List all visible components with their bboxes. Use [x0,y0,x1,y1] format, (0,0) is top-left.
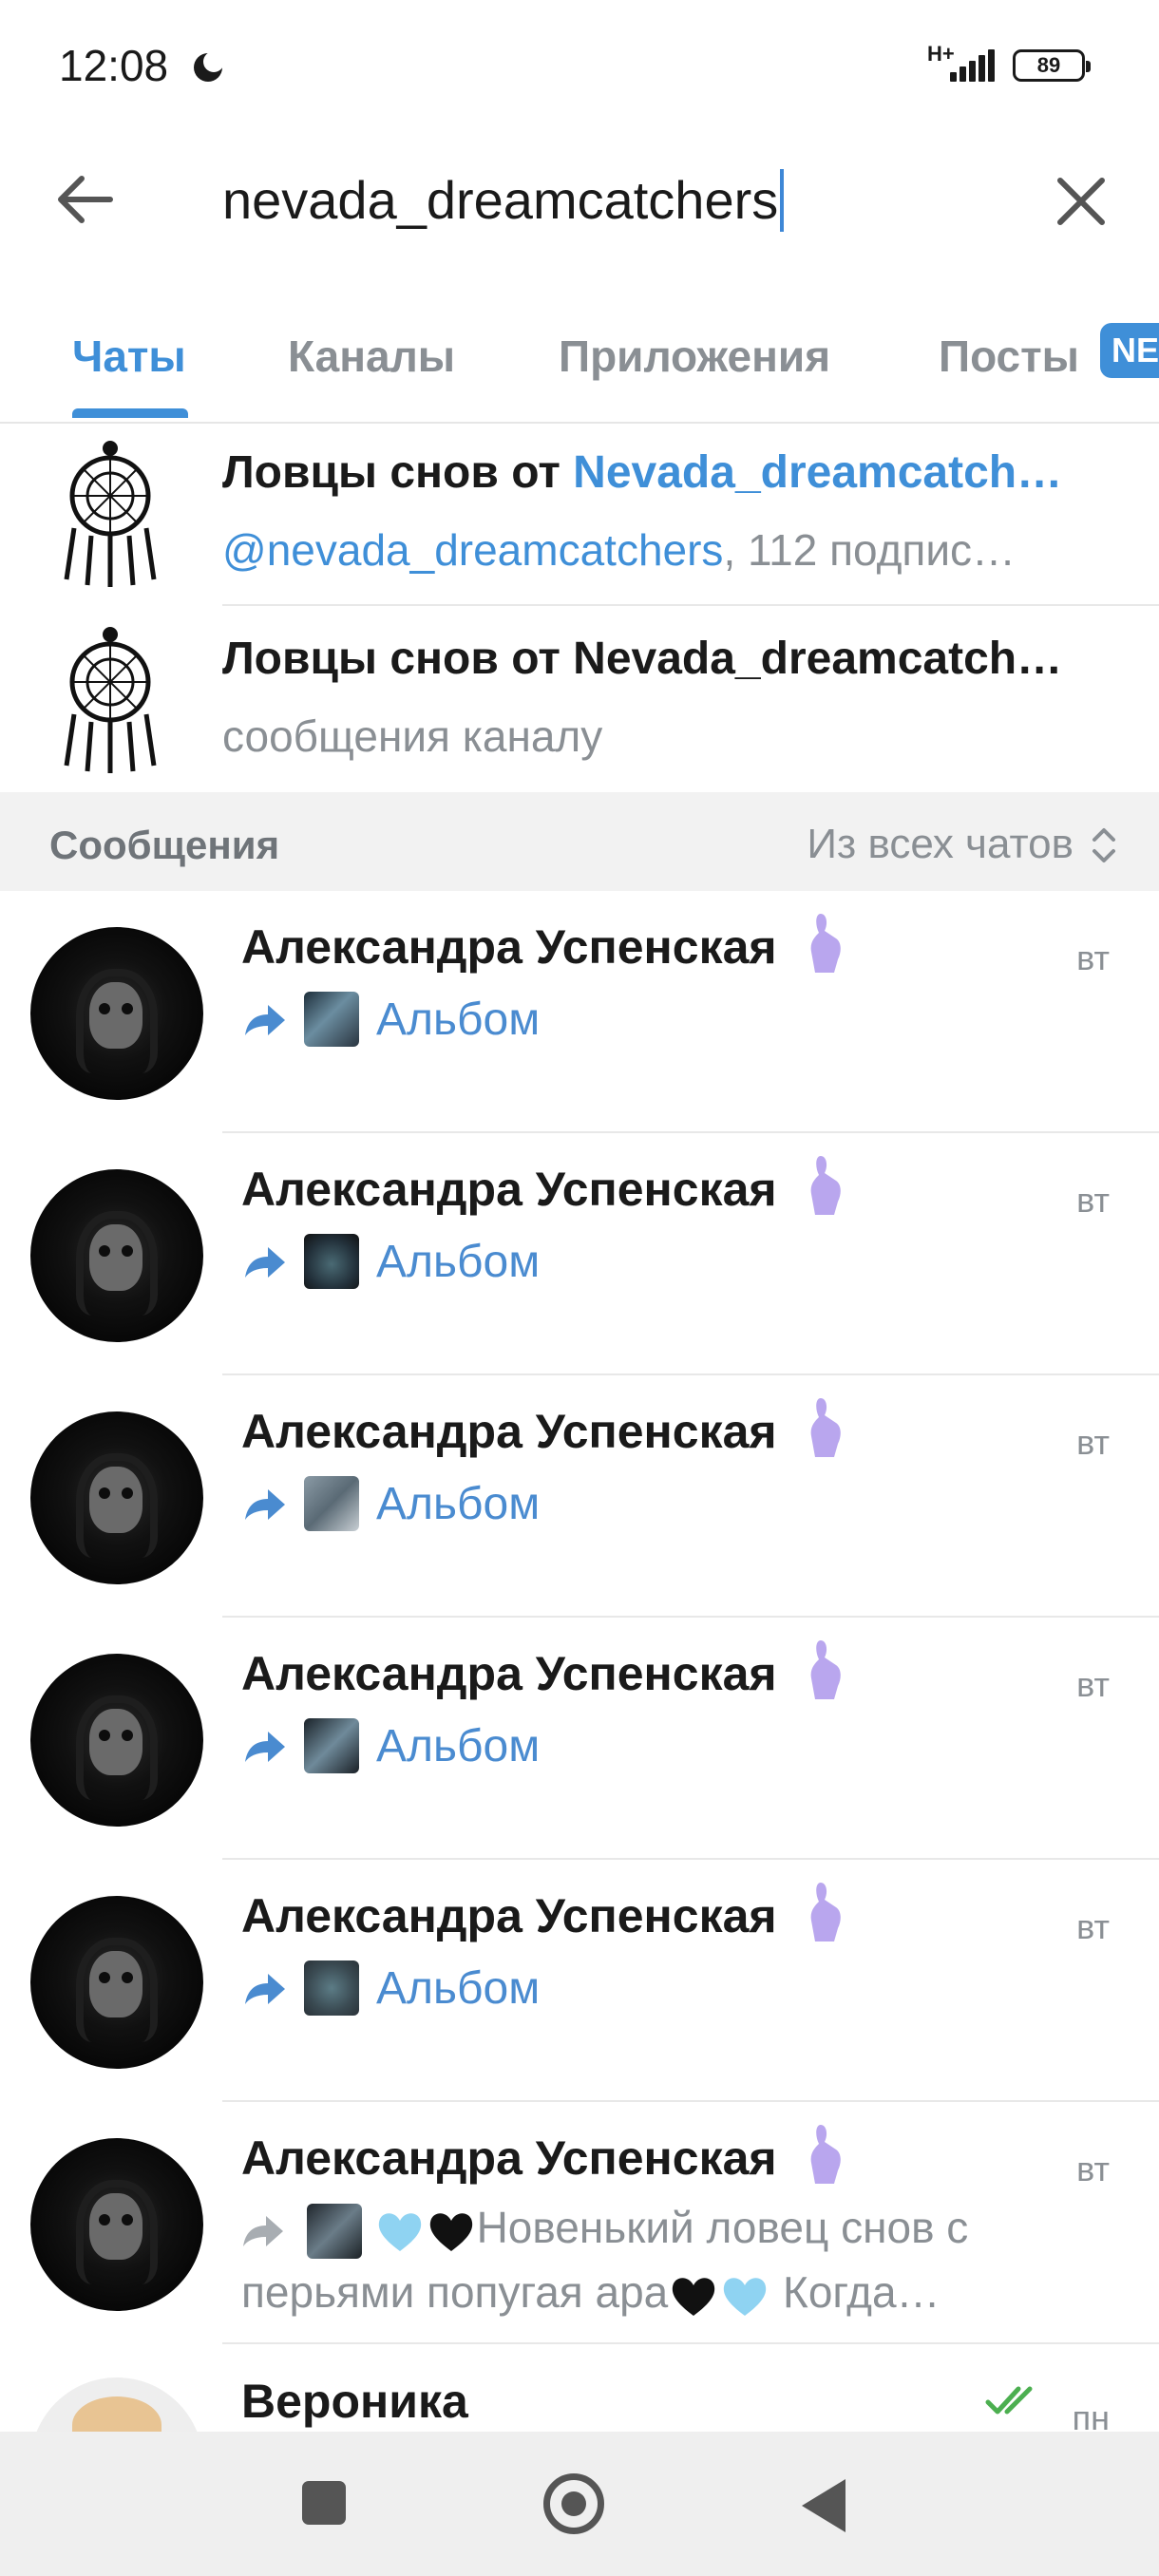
album-thumbnail [304,1234,359,1289]
tab-indicator [72,408,188,418]
avatar [30,1411,203,1584]
search-input[interactable]: nevada_dreamcatchers [222,169,785,233]
channel-result[interactable]: Ловцы снов от Nevada_dreamcatch… @nevada… [0,420,1159,606]
avatar [30,1169,203,1342]
album-label: Альбом [376,1479,541,1529]
forward-arrow-icon [245,1732,285,1762]
recents-button[interactable] [302,2481,346,2525]
system-nav-bar [0,2432,1159,2576]
album-label: Альбом [376,994,541,1045]
finger-heart-emoji-icon [810,1156,841,1215]
tab-apps[interactable]: Приложения [559,331,830,382]
sender-name: Александра Успенская [241,1889,777,1942]
chat-filter-dropdown[interactable]: Из всех чатов [807,821,1074,868]
message-result[interactable]: Александра Успенская вт Альбом [0,891,1159,1133]
avatar [30,927,203,1100]
arrow-left-icon[interactable] [48,161,124,237]
light-blue-heart-icon [724,2278,767,2316]
message-result[interactable]: Александра Успенская вт Альбом [0,1860,1159,2102]
light-blue-heart-icon [378,2213,421,2251]
sender-name: Александра Успенская [241,1647,777,1700]
album-label: Альбом [376,1721,541,1771]
message-result[interactable]: Александра Успенская вт Альбом [0,1618,1159,1860]
message-preview: Новенький ловец снов с перьями попугая а… [241,2195,1058,2324]
message-time: вт [1076,1907,1110,1946]
message-time: вт [1076,938,1110,977]
album-thumbnail [304,992,359,1047]
channel-title: Ловцы снов от Nevada_dreamcatch… [222,634,1063,684]
signal-icon [950,47,998,82]
home-button[interactable] [543,2473,604,2534]
tab-posts[interactable]: Посты [939,331,1079,382]
finger-heart-emoji-icon [810,1640,841,1699]
album-thumbnail [304,1718,359,1773]
back-button[interactable] [802,2479,846,2532]
search-tabs: Чаты Каналы Приложения Посты NE [0,285,1159,424]
sender-name: Александра Успенская [241,1405,777,1458]
avatar [30,1654,203,1827]
album-thumbnail [304,1960,359,2016]
chat-name: Вероника [241,2375,468,2428]
message-time: вт [1076,1181,1110,1220]
black-heart-icon [673,2278,715,2316]
chevron-up-down-icon[interactable] [1087,821,1121,870]
message-result[interactable]: Александра Успенская вт Альбом [0,1133,1159,1375]
sender-name: Александра Успенская [241,920,777,974]
avatar [30,2138,203,2311]
message-time: вт [1076,1665,1110,1704]
dreamcatcher-avatar [64,627,157,773]
black-heart-icon [429,2213,472,2251]
finger-heart-emoji-icon [810,2125,841,2184]
messages-section-label: Сообщения [49,823,280,867]
album-label: Альбом [376,1237,541,1287]
forward-arrow-icon [243,2215,283,2246]
tab-channels[interactable]: Каналы [288,331,455,382]
channel-title: Ловцы снов от Nevada_dreamcatch… [222,447,1063,498]
forward-arrow-icon [245,1489,285,1520]
search-query: nevada_dreamcatchers [222,170,779,230]
chat-result[interactable]: Вероника пн [0,2343,1159,2550]
album-thumbnail [304,1476,359,1531]
dreamcatcher-avatar [64,441,157,587]
sender-name: Александра Успенская [241,1163,777,1216]
finger-heart-emoji-icon [810,914,841,973]
text-caret [780,169,785,233]
message-result[interactable]: Александра Успенская вт Новенький ловец … [0,2102,1159,2344]
avatar [30,1896,203,2069]
album-thumbnail [306,2203,362,2259]
channel-result[interactable]: Ловцы снов от Nevada_dreamcatch… сообщен… [0,606,1159,792]
forward-arrow-icon [245,1005,285,1035]
double-check-icon [985,2386,1033,2415]
finger-heart-emoji-icon [810,1398,841,1457]
tab-chats[interactable]: Чаты [72,331,186,382]
battery-icon: 89 [1013,49,1091,82]
new-badge: NE [1100,323,1159,378]
forward-arrow-icon [245,1247,285,1278]
close-icon[interactable] [1045,165,1117,237]
message-result[interactable]: Александра Успенская вт Альбом [0,1375,1159,1618]
channel-subtitle: сообщения каналу [222,711,603,761]
message-time: вт [1076,1423,1110,1462]
status-bar: 12:08 H+ 89 [0,0,1159,133]
status-time: 12:08 [59,41,169,90]
album-label: Альбом [376,1963,541,2014]
message-time: вт [1076,2150,1110,2188]
sender-name: Александра Успенская [241,2131,777,2185]
channel-subtitle: @nevada_dreamcatchers, 112 подпис… [222,525,1016,575]
search-header: nevada_dreamcatchers [0,133,1159,266]
do-not-disturb-icon [194,51,224,82]
forward-arrow-icon [245,1974,285,2004]
messages-section-header: Сообщения Из всех чатов [0,792,1159,891]
finger-heart-emoji-icon [810,1883,841,1941]
